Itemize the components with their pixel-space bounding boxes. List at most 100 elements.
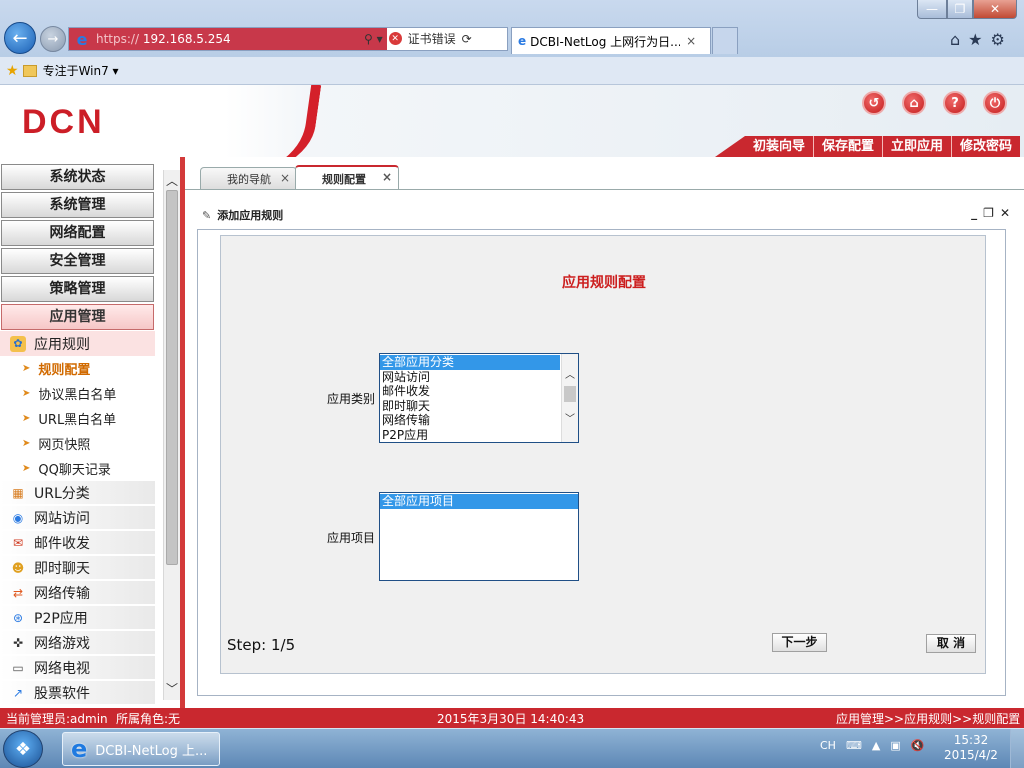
sidebar-item-website-access[interactable]: ◉ 网站访问 (0, 506, 155, 530)
category-label: 应用类别 (327, 392, 376, 406)
menu-system-management[interactable]: 系统管理 (1, 192, 154, 218)
setup-wizard-link[interactable]: 初装向导 (745, 136, 813, 157)
start-button[interactable]: ❖ (3, 730, 43, 768)
menu-system-status[interactable]: 系统状态 (1, 164, 154, 190)
minimize-icon[interactable]: _ (971, 206, 977, 220)
list-item[interactable]: 即时聊天 (380, 399, 578, 414)
tray-expand-icon[interactable]: ▲ (872, 739, 880, 752)
close-tab-icon[interactable]: × (686, 34, 696, 48)
logout-icon[interactable]: ↺ (862, 91, 886, 115)
favorites-star-icon[interactable]: ★ (968, 30, 982, 49)
sidebar-item-url-list[interactable]: ➤ URL黑白名单 (22, 406, 116, 431)
ie-logo-icon: e (76, 29, 88, 49)
add-favorite-icon[interactable]: ★ (6, 63, 19, 79)
sidebar-item-online-games[interactable]: ✜ 网络游戏 (0, 631, 155, 655)
chevron-down-icon[interactable]: ﹀ (562, 410, 578, 426)
list-item[interactable]: 全部应用项目 (380, 494, 578, 509)
item-listbox[interactable]: 全部应用项目 (379, 492, 579, 581)
menu-security-management[interactable]: 安全管理 (1, 248, 154, 274)
home-icon[interactable]: ⌂ (902, 91, 926, 115)
transfer-icon: ⇄ (12, 585, 24, 600)
close-icon[interactable]: ✕ (1000, 206, 1010, 220)
list-item[interactable]: 全部应用分类 (380, 355, 560, 370)
save-config-link[interactable]: 保存配置 (812, 136, 882, 157)
keyboard-icon[interactable]: ⌨ (846, 739, 862, 752)
address-bar[interactable]: e https:// 192.168.5.254 ⚲ ▾ ✕ 证书错误 ⟳ (68, 27, 508, 51)
browser-tab-title: DCBI-NetLog 上网行为日... (530, 34, 681, 49)
clock-date: 2015/4/2 (944, 748, 998, 762)
browser-tab[interactable]: e DCBI-NetLog 上网行为日... × (511, 27, 711, 54)
arrow-right-icon: ➤ (22, 388, 31, 399)
new-tab-button[interactable] (712, 27, 738, 54)
sidebar-scrollbar[interactable]: ︿ ﹀ (163, 170, 180, 700)
window-maximize-button[interactable]: ❐ (947, 0, 973, 19)
menu-app-management[interactable]: 应用管理 (1, 304, 154, 330)
url-text[interactable]: https:// 192.168.5.254 (96, 32, 231, 46)
sidebar-item-protocol-list[interactable]: ➤ 协议黑白名单 (22, 381, 116, 406)
chevron-up-icon[interactable]: ︿ (562, 366, 578, 382)
sidebar-item-email[interactable]: ✉ 邮件收发 (0, 531, 155, 555)
list-item[interactable]: 网络传输 (380, 413, 578, 428)
cert-error-label[interactable]: 证书错误 (408, 30, 456, 47)
menu-network-config[interactable]: 网络配置 (1, 220, 154, 246)
pencil-icon: ✎ (202, 208, 212, 222)
tab-my-navigation[interactable]: 我的导航 × (200, 167, 297, 190)
clock[interactable]: 15:32 2015/4/2 (940, 733, 1002, 763)
taskbar-ie-button[interactable]: e DCBI-NetLog 上... (62, 732, 220, 766)
change-password-link[interactable]: 修改密码 (950, 136, 1020, 157)
sidebar-item-web-snapshot[interactable]: ➤ 网页快照 (22, 431, 90, 456)
scroll-thumb[interactable] (564, 386, 576, 402)
list-item[interactable]: P2P应用 (380, 428, 578, 443)
chevron-up-icon[interactable]: ︿ (164, 172, 180, 188)
menu-policy-management[interactable]: 策略管理 (1, 276, 154, 302)
chart-icon: ↗ (12, 685, 24, 700)
list-item[interactable]: 网站访问 (380, 370, 578, 385)
server-datetime: 2015年3月30日 14:40:43 (437, 712, 585, 726)
sidebar-group-app-rules[interactable]: ✿ 应用规则 (0, 331, 155, 356)
listbox-scrollbar[interactable]: ︿ ﹀ (561, 354, 578, 442)
cert-error-icon[interactable]: ✕ (388, 32, 402, 45)
restore-icon[interactable]: ❐ (983, 206, 994, 220)
exit-icon[interactable]: ⏻ (983, 91, 1007, 115)
sidebar-item-network-tv[interactable]: ▭ 网络电视 (0, 656, 155, 680)
help-icon[interactable]: ? (943, 91, 967, 115)
app-header: DCN ↺ ⌂ ? ⏻ 初装向导 保存配置 立即应用 修改密码 (0, 85, 1024, 157)
language-indicator[interactable]: CH (820, 739, 836, 752)
arrow-right-icon: → (47, 31, 59, 47)
back-button[interactable]: ← (4, 22, 36, 54)
arrow-right-icon: ➤ (22, 463, 31, 474)
sidebar-item-instant-chat[interactable]: ☻ 即时聊天 (0, 556, 155, 580)
arrow-right-icon: ➤ (22, 363, 31, 374)
show-desktop-button[interactable] (1010, 729, 1024, 768)
sidebar-item-rule-config[interactable]: ➤ 规则配置 (22, 356, 90, 381)
window-minimize-button[interactable]: — (917, 0, 947, 19)
header-menu: 初装向导 保存配置 立即应用 修改密码 (714, 136, 1020, 157)
sidebar-item-p2p[interactable]: ⊛ P2P应用 (0, 606, 155, 630)
refresh-icon[interactable]: ⟳ (462, 32, 472, 46)
list-item[interactable]: 邮件收发 (380, 384, 578, 399)
ie-logo-icon: e (71, 735, 88, 763)
tab-rule-config[interactable]: 规则配置 × (295, 165, 399, 190)
chevron-down-icon[interactable]: ﹀ (164, 680, 180, 696)
category-listbox[interactable]: 全部应用分类 网站访问 邮件收发 即时聊天 网络传输 P2P应用 ︿ ﹀ (379, 353, 579, 443)
forward-button[interactable]: → (40, 26, 66, 52)
close-icon[interactable]: × (280, 171, 290, 185)
sidebar-item-qq-chat-log[interactable]: ➤ QQ聊天记录 (22, 456, 111, 481)
cancel-button[interactable]: 取 消 (926, 634, 976, 653)
dcn-logo: DCN (22, 103, 105, 141)
sidebar-item-url-category[interactable]: ▦ URL分类 (0, 481, 155, 505)
next-step-button[interactable]: 下一步 (772, 633, 827, 652)
scroll-thumb[interactable] (166, 190, 178, 565)
sidebar-item-stock-software[interactable]: ↗ 股票软件 (0, 681, 155, 705)
close-icon[interactable]: × (382, 170, 392, 184)
home-icon[interactable]: ⌂ (950, 30, 960, 49)
favorites-item[interactable]: 专注于Win7 ▾ (43, 62, 119, 79)
apply-now-link[interactable]: 立即应用 (881, 136, 951, 157)
item-label: 应用项目 (327, 531, 376, 545)
volume-muted-icon[interactable]: 🔇 (911, 739, 925, 752)
sidebar-item-network-transfer[interactable]: ⇄ 网络传输 (0, 581, 155, 605)
network-icon[interactable]: ▣ (890, 739, 900, 752)
search-icon[interactable]: ⚲ ▾ (364, 32, 383, 46)
window-close-button[interactable]: ✕ (973, 0, 1017, 19)
gear-icon[interactable]: ⚙ (991, 30, 1005, 49)
